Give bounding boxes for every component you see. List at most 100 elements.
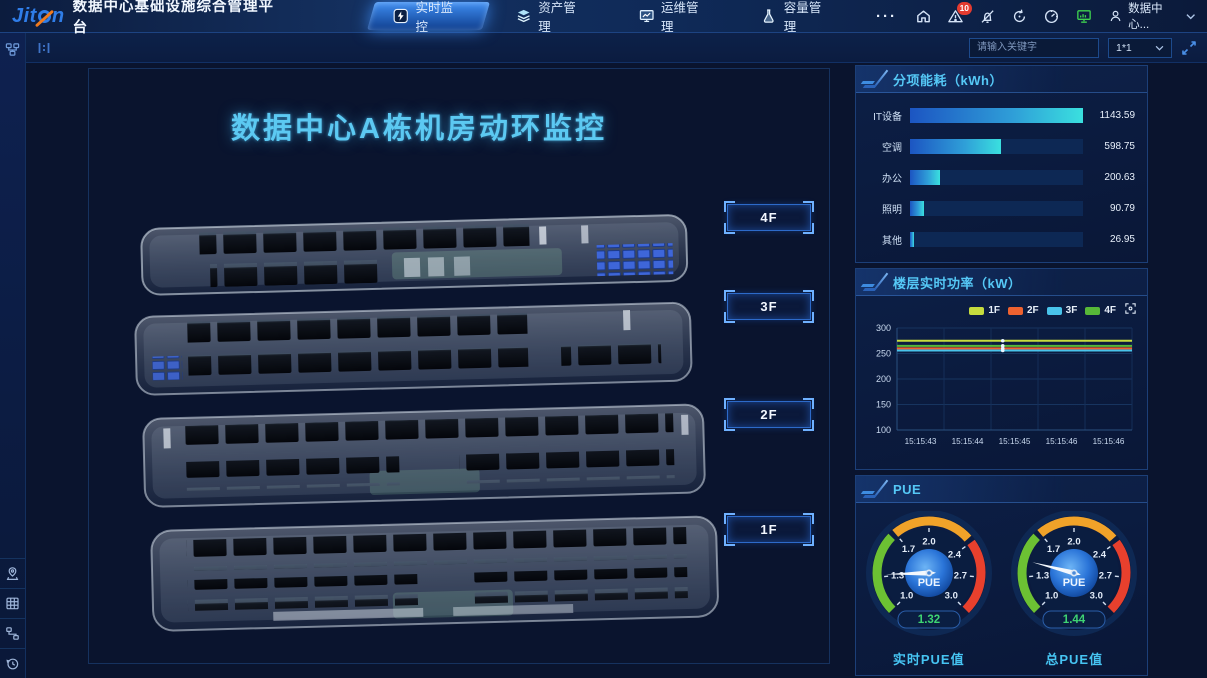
nav-item-assets[interactable]: 资产管理 xyxy=(490,0,613,32)
svg-text:2.0: 2.0 xyxy=(1068,537,1081,548)
machine-room-3d-view[interactable]: 数据中心A栋机房动环监控 xyxy=(88,68,830,664)
svg-text:2.7: 2.7 xyxy=(1099,571,1112,582)
building-3d-model[interactable] xyxy=(129,167,789,647)
layers-icon xyxy=(516,8,531,24)
energy-bar-track xyxy=(910,108,1083,123)
svg-text:100: 100 xyxy=(876,425,891,435)
energy-value: 598.75 xyxy=(1083,141,1135,152)
floor-button-4f[interactable]: 4F xyxy=(727,204,811,231)
panel-header: 分项能耗（kWh） xyxy=(856,66,1147,93)
gauge-center-label: PUE xyxy=(1063,577,1086,589)
chevron-down-icon xyxy=(1186,13,1195,20)
nav-item-realtime-monitor[interactable]: 实时监控 xyxy=(367,0,490,32)
app-window: Jitn 数据中心基础设施综合管理平台 实时监控 资产管理 运维管理 容量管理 … xyxy=(0,0,1207,678)
energy-row: 空调 598.75 xyxy=(866,139,1135,154)
svg-text:1.0: 1.0 xyxy=(900,590,913,601)
svg-text:1.3: 1.3 xyxy=(1036,571,1049,582)
legend-item-1f[interactable]: 1F xyxy=(969,305,1000,316)
floor-power-line-chart: 30025020015010015:15:4315:15:4415:15:451… xyxy=(856,318,1147,458)
energy-category-label: 照明 xyxy=(866,201,910,216)
header-deco-icon xyxy=(862,491,876,498)
energy-row: 其他 26.95 xyxy=(866,232,1135,247)
svg-text:200: 200 xyxy=(876,374,891,384)
scene-title: 数据中心A栋机房动环监控 xyxy=(89,105,829,147)
energy-bar-fill xyxy=(910,139,1001,154)
energy-bar-track xyxy=(910,232,1083,247)
gauge-icon[interactable] xyxy=(1043,8,1060,25)
alarm-count-badge: 10 xyxy=(957,2,972,15)
energy-category-label: 其他 xyxy=(866,232,910,247)
floor-button-3f[interactable]: 3F xyxy=(727,293,811,320)
legend-label: 2F xyxy=(1027,305,1039,316)
header-deco-icon xyxy=(862,81,876,88)
svg-text:3.0: 3.0 xyxy=(1090,590,1103,601)
svg-text:3.0: 3.0 xyxy=(944,590,957,601)
kvm-monitor-icon[interactable] xyxy=(1075,8,1093,25)
view-toolbar: 1*1 xyxy=(26,33,1207,63)
svg-text:15:15:46: 15:15:46 xyxy=(1093,437,1125,446)
energy-bar-fill xyxy=(910,201,924,216)
legend-item-2f[interactable]: 2F xyxy=(1008,305,1039,316)
monitor-chart-icon xyxy=(639,8,654,24)
energy-bar-track xyxy=(910,139,1083,154)
energy-row: 照明 90.79 xyxy=(866,201,1135,216)
gauge-value: 1.32 xyxy=(918,614,940,626)
legend-label: 4F xyxy=(1104,305,1116,316)
user-name: 数据中心... xyxy=(1128,0,1180,32)
energy-value: 26.95 xyxy=(1083,234,1135,245)
gauge-title: 总PUE值 xyxy=(1006,649,1142,668)
search-input[interactable] xyxy=(969,38,1099,58)
map-location-icon[interactable] xyxy=(0,558,25,588)
energy-bar-fill xyxy=(910,232,914,247)
pue-panel: PUE 1.01.31.72.02.42.73.0PUE1.32实时PUE值1.… xyxy=(855,475,1148,676)
flow-topology-icon[interactable] xyxy=(0,618,25,648)
svg-text:2.4: 2.4 xyxy=(948,550,962,561)
rack-grid-icon[interactable] xyxy=(0,588,25,618)
svg-text:150: 150 xyxy=(876,400,891,410)
floor-power-panel: 楼层实时功率（kW） 1F2F3F4F 30025020015010015:15… xyxy=(855,268,1148,470)
legend-label: 1F xyxy=(988,305,1000,316)
svg-text:2.0: 2.0 xyxy=(922,537,935,548)
home-icon[interactable] xyxy=(915,8,932,25)
energy-category-label: IT设备 xyxy=(866,108,910,123)
svg-text:2.7: 2.7 xyxy=(954,571,967,582)
energy-value: 90.79 xyxy=(1083,203,1135,214)
svg-text:2.4: 2.4 xyxy=(1093,550,1107,561)
grid-layout-select[interactable]: 1*1 xyxy=(1108,38,1172,58)
nav-more-button[interactable]: ··· xyxy=(858,0,915,32)
alarm-icon[interactable]: 10 xyxy=(947,8,964,25)
gauge-title: 实时PUE值 xyxy=(861,649,997,668)
legend-label: 3F xyxy=(1066,305,1078,316)
svg-text:1.7: 1.7 xyxy=(1047,544,1060,555)
floor-button-1f[interactable]: 1F xyxy=(727,516,811,543)
energy-category-label: 空调 xyxy=(866,139,910,154)
energy-bar-fill xyxy=(910,108,1083,123)
legend-swatch xyxy=(1008,307,1023,315)
layout-columns-icon[interactable] xyxy=(36,40,52,56)
mute-bell-icon[interactable] xyxy=(979,8,996,25)
energy-bar-track xyxy=(910,170,1083,185)
sync-icon[interactable] xyxy=(1011,8,1028,25)
energy-row: IT设备 1143.59 xyxy=(866,108,1135,123)
history-clock-icon[interactable] xyxy=(0,648,25,678)
fullscreen-expand-icon[interactable] xyxy=(1181,40,1197,56)
logo-swoosh-icon xyxy=(38,10,51,23)
company-logo: Jitn xyxy=(12,5,65,28)
user-menu[interactable]: 数据中心... xyxy=(1108,0,1195,32)
brand: Jitn 数据中心基础设施综合管理平台 xyxy=(0,0,297,32)
device-tree-icon[interactable] xyxy=(5,42,20,62)
nav-item-capacity[interactable]: 容量管理 xyxy=(735,0,858,32)
pue-gauge-0: 1.01.31.72.02.42.73.0PUE1.32实时PUE值 xyxy=(861,511,997,668)
chart-restore-icon[interactable] xyxy=(1124,302,1137,320)
legend-item-3f[interactable]: 3F xyxy=(1047,305,1078,316)
legend-item-4f[interactable]: 4F xyxy=(1085,305,1116,316)
floor-button-2f[interactable]: 2F xyxy=(727,401,811,428)
svg-text:15:15:45: 15:15:45 xyxy=(999,437,1031,446)
energy-category-label: 办公 xyxy=(866,170,910,185)
energy-value: 1143.59 xyxy=(1083,110,1135,121)
svg-text:1.3: 1.3 xyxy=(891,571,904,582)
nav-item-operations[interactable]: 运维管理 xyxy=(613,0,736,32)
pue-gauges: 1.01.31.72.02.42.73.0PUE1.32实时PUE值1.01.3… xyxy=(856,503,1147,668)
energy-row: 办公200.63 xyxy=(866,170,1135,185)
svg-text:15:15:44: 15:15:44 xyxy=(952,437,984,446)
